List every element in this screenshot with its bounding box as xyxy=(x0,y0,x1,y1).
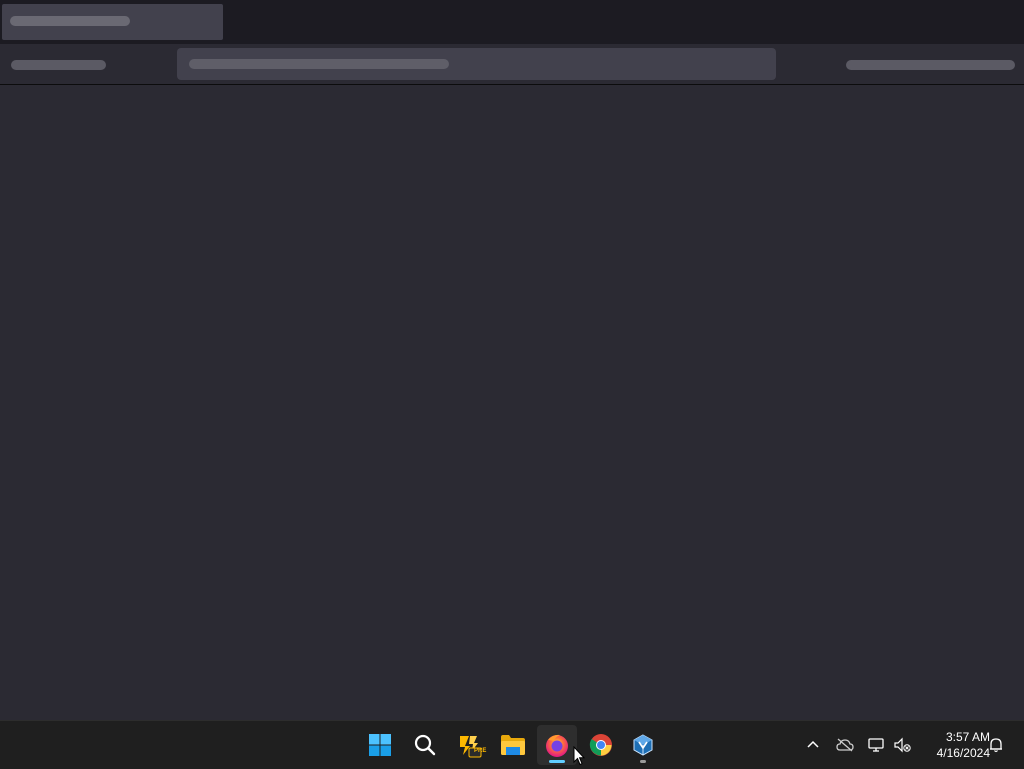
virtualbox-icon xyxy=(633,734,653,756)
search-button[interactable] xyxy=(405,725,445,765)
page-content-area xyxy=(0,85,1024,720)
onedrive-tray-icon[interactable] xyxy=(833,733,857,757)
clock-time: 3:57 AM xyxy=(945,730,990,744)
network-tray-icon[interactable] xyxy=(865,733,889,757)
show-hidden-icons-button[interactable] xyxy=(801,733,825,757)
bell-icon xyxy=(990,738,1002,753)
browser-tab-strip xyxy=(0,0,1024,44)
cloud-offline-icon xyxy=(836,738,854,752)
nav-buttons-placeholder xyxy=(11,60,106,70)
taskbar-app-pre[interactable]: PRE xyxy=(449,725,489,765)
taskbar-chrome[interactable] xyxy=(581,725,621,765)
running-indicator xyxy=(640,760,646,763)
chevron-up-icon xyxy=(807,740,819,748)
app-pre-icon xyxy=(460,736,482,758)
url-placeholder xyxy=(189,59,449,69)
start-button[interactable] xyxy=(360,725,400,765)
taskbar: PRE 3:57 AM 4/16/2024 xyxy=(0,720,1024,769)
network-icon xyxy=(868,738,884,752)
taskbar-virtualbox[interactable] xyxy=(623,725,663,765)
toolbar-buttons-placeholder xyxy=(846,60,1015,70)
volume-muted-icon xyxy=(894,737,911,753)
mouse-cursor-icon xyxy=(573,746,585,766)
tab-title-placeholder xyxy=(10,16,130,26)
notifications-button[interactable] xyxy=(984,733,1008,757)
clock-date: 4/16/2024 xyxy=(936,746,990,760)
taskbar-firefox[interactable] xyxy=(537,725,577,765)
firefox-icon xyxy=(546,734,568,757)
taskbar-file-explorer[interactable] xyxy=(493,725,533,765)
chrome-icon xyxy=(589,734,612,756)
search-icon xyxy=(414,734,436,756)
active-indicator xyxy=(549,760,565,763)
folder-icon xyxy=(501,735,525,755)
volume-tray-icon[interactable] xyxy=(890,733,914,757)
system-clock[interactable]: 3:57 AM 4/16/2024 xyxy=(918,729,990,761)
pre-badge-label: PRE xyxy=(474,748,487,754)
url-bar[interactable] xyxy=(177,48,776,80)
browser-nav-bar xyxy=(0,44,1024,85)
browser-tab[interactable] xyxy=(2,4,223,40)
windows-logo-icon xyxy=(369,734,391,756)
